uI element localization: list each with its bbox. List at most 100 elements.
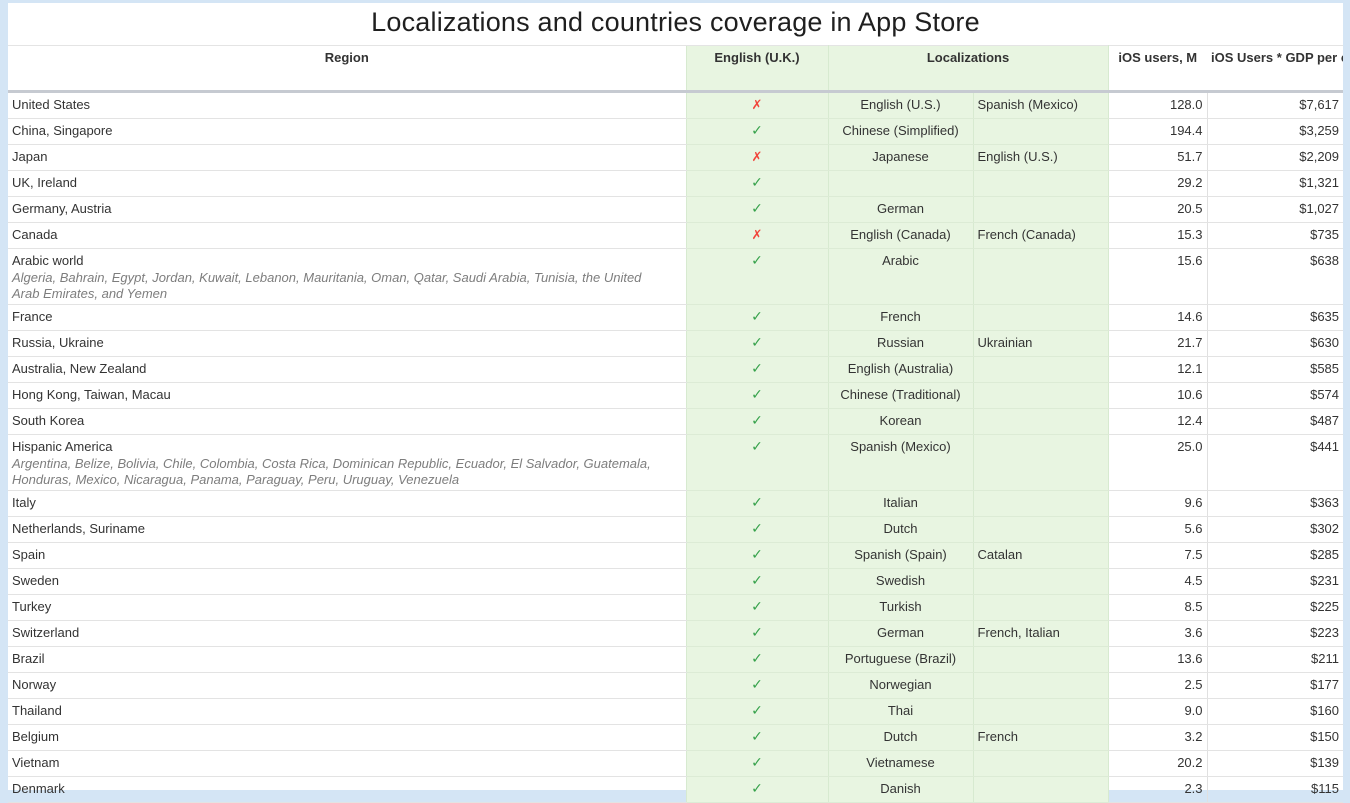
region-cell: Netherlands, Suriname <box>8 517 686 543</box>
localization-primary-cell: Chinese (Simplified) <box>828 119 973 145</box>
check-icon: ✓ <box>751 676 763 692</box>
localization-secondary-cell <box>973 751 1108 777</box>
ios-users-cell: 20.5 <box>1108 197 1207 223</box>
check-icon: ✓ <box>751 780 763 796</box>
table-row: South Korea✓Korean12.4$487 <box>8 409 1343 435</box>
region-name: Hispanic America <box>12 438 682 455</box>
region-country-sublist: Algeria, Bahrain, Egypt, Jordan, Kuwait,… <box>12 269 652 301</box>
localization-primary-cell: Arabic <box>828 249 973 305</box>
gdp-value-cell: $363 <box>1207 491 1343 517</box>
region-name: Vietnam <box>12 754 682 771</box>
cross-icon: ✗ <box>752 227 763 242</box>
region-name: Turkey <box>12 598 682 615</box>
localization-primary-cell: English (U.S.) <box>828 92 973 119</box>
ios-users-cell: 9.0 <box>1108 699 1207 725</box>
table-row: Russia, Ukraine✓RussianUkrainian21.7$630 <box>8 331 1343 357</box>
gdp-value-cell: $285 <box>1207 543 1343 569</box>
ios-users-cell: 9.6 <box>1108 491 1207 517</box>
english-uk-coverage-cell: ✓ <box>686 491 828 517</box>
page-title: Localizations and countries coverage in … <box>8 3 1343 45</box>
region-name: Canada <box>12 226 682 243</box>
region-cell: Belgium <box>8 725 686 751</box>
localization-primary-cell: German <box>828 197 973 223</box>
ios-users-cell: 10.6 <box>1108 383 1207 409</box>
table-row: Netherlands, Suriname✓Dutch5.6$302 <box>8 517 1343 543</box>
region-name: United States <box>12 96 682 113</box>
region-cell: Brazil <box>8 647 686 673</box>
gdp-value-cell: $3,259 <box>1207 119 1343 145</box>
english-uk-coverage-cell: ✗ <box>686 145 828 171</box>
region-cell: Canada <box>8 223 686 249</box>
localization-primary-cell: Spanish (Mexico) <box>828 435 973 491</box>
region-cell: South Korea <box>8 409 686 435</box>
region-cell: Spain <box>8 543 686 569</box>
localization-primary-cell: Dutch <box>828 517 973 543</box>
localization-secondary-cell: French (Canada) <box>973 223 1108 249</box>
table-row: Italy✓Italian9.6$363 <box>8 491 1343 517</box>
localization-primary-cell: French <box>828 305 973 331</box>
gdp-value-cell: $574 <box>1207 383 1343 409</box>
english-uk-coverage-cell: ✓ <box>686 543 828 569</box>
ios-users-cell: 20.2 <box>1108 751 1207 777</box>
gdp-value-cell: $302 <box>1207 517 1343 543</box>
localization-secondary-cell <box>973 595 1108 621</box>
localization-primary-cell: Korean <box>828 409 973 435</box>
region-country-sublist: Argentina, Belize, Bolivia, Chile, Colom… <box>12 455 652 487</box>
gdp-value-cell: $635 <box>1207 305 1343 331</box>
localization-primary-cell: Chinese (Traditional) <box>828 383 973 409</box>
column-header-region: Region <box>8 46 686 92</box>
localization-secondary-cell <box>973 491 1108 517</box>
check-icon: ✓ <box>751 728 763 744</box>
region-name: UK, Ireland <box>12 174 682 191</box>
gdp-value-cell: $223 <box>1207 621 1343 647</box>
region-name: Arabic world <box>12 252 682 269</box>
region-cell: Russia, Ukraine <box>8 331 686 357</box>
english-uk-coverage-cell: ✓ <box>686 383 828 409</box>
localization-primary-cell: English (Australia) <box>828 357 973 383</box>
ios-users-cell: 5.6 <box>1108 517 1207 543</box>
localization-primary-cell: Dutch <box>828 725 973 751</box>
region-cell: Arabic worldAlgeria, Bahrain, Egypt, Jor… <box>8 249 686 305</box>
english-uk-coverage-cell: ✓ <box>686 305 828 331</box>
region-cell: Turkey <box>8 595 686 621</box>
table-row: Hong Kong, Taiwan, Macau✓Chinese (Tradit… <box>8 383 1343 409</box>
gdp-value-cell: $7,617 <box>1207 92 1343 119</box>
table-row: UK, Ireland✓29.2$1,321 <box>8 171 1343 197</box>
region-cell: UK, Ireland <box>8 171 686 197</box>
gdp-value-cell: $231 <box>1207 569 1343 595</box>
table-row: United States✗English (U.S.)Spanish (Mex… <box>8 92 1343 119</box>
check-icon: ✓ <box>751 650 763 666</box>
check-icon: ✓ <box>751 308 763 324</box>
ios-users-cell: 8.5 <box>1108 595 1207 621</box>
region-name: Belgium <box>12 728 682 745</box>
ios-users-cell: 51.7 <box>1108 145 1207 171</box>
english-uk-coverage-cell: ✓ <box>686 621 828 647</box>
localization-secondary-cell <box>973 517 1108 543</box>
english-uk-coverage-cell: ✓ <box>686 331 828 357</box>
english-uk-coverage-cell: ✓ <box>686 699 828 725</box>
gdp-value-cell: $139 <box>1207 751 1343 777</box>
region-name: Netherlands, Suriname <box>12 520 682 537</box>
localization-primary-cell: Italian <box>828 491 973 517</box>
ios-users-cell: 7.5 <box>1108 543 1207 569</box>
table-row: Hispanic AmericaArgentina, Belize, Boliv… <box>8 435 1343 491</box>
english-uk-coverage-cell: ✓ <box>686 569 828 595</box>
table-row: Switzerland✓GermanFrench, Italian3.6$223 <box>8 621 1343 647</box>
region-cell: Norway <box>8 673 686 699</box>
region-name: Brazil <box>12 650 682 667</box>
localization-primary-cell: Russian <box>828 331 973 357</box>
ios-users-cell: 15.3 <box>1108 223 1207 249</box>
table-row: Australia, New Zealand✓English (Australi… <box>8 357 1343 383</box>
english-uk-coverage-cell: ✗ <box>686 92 828 119</box>
column-header-ios-users: iOS users, M <box>1108 46 1207 92</box>
english-uk-coverage-cell: ✓ <box>686 119 828 145</box>
ios-users-cell: 13.6 <box>1108 647 1207 673</box>
sheet-content-area: Localizations and countries coverage in … <box>8 3 1343 790</box>
english-uk-coverage-cell: ✓ <box>686 751 828 777</box>
localization-secondary-cell <box>973 647 1108 673</box>
cross-icon: ✗ <box>752 149 763 164</box>
english-uk-coverage-cell: ✓ <box>686 249 828 305</box>
check-icon: ✓ <box>751 252 763 268</box>
region-name: Russia, Ukraine <box>12 334 682 351</box>
gdp-value-cell: $585 <box>1207 357 1343 383</box>
